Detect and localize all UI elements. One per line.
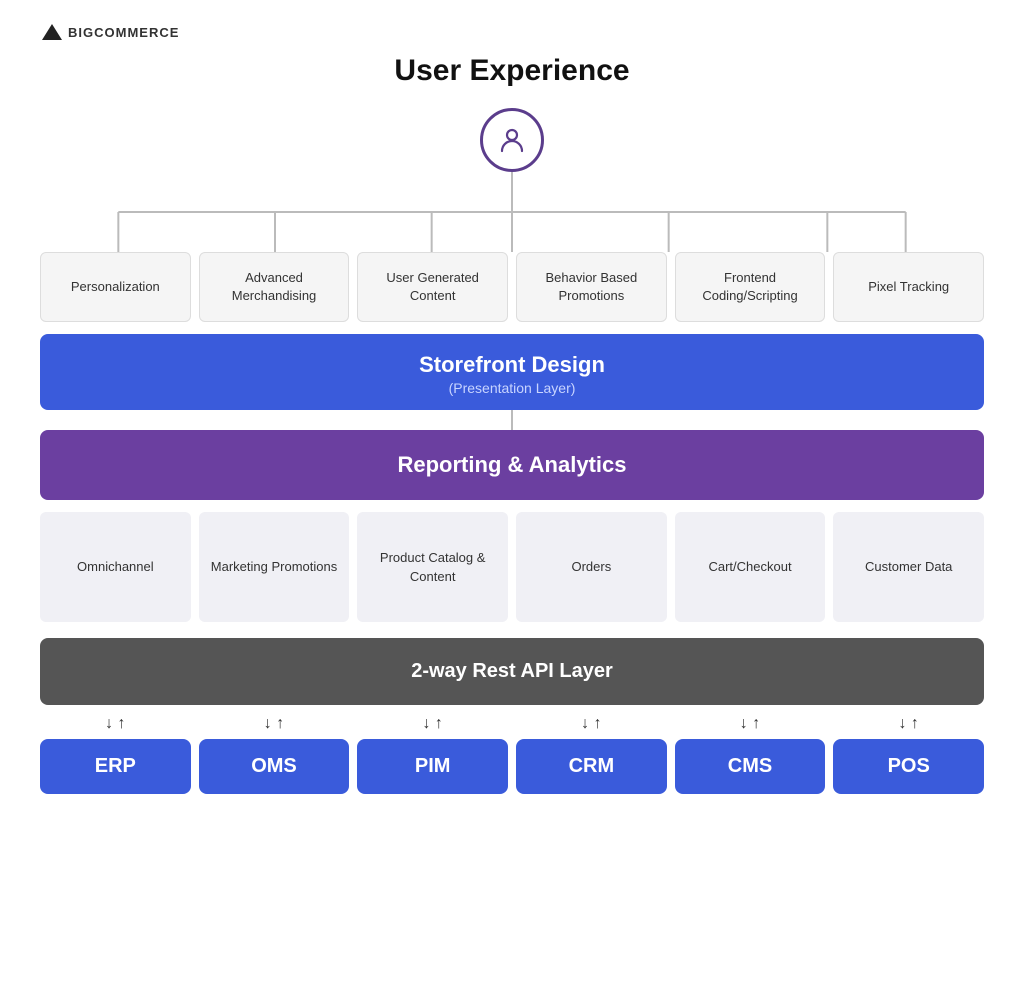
logo: BIGCOMMERCE [40,20,984,44]
ux-cards-row: Personalization Advanced Merchandising U… [40,252,984,322]
grid-card-marketing-promotions: Marketing Promotions [199,512,350,622]
grid-card-cart-checkout: Cart/Checkout [675,512,826,622]
connector-svg [40,172,984,252]
pos-arrows: ↓ ↑ [898,715,918,733]
systems-row: ↓ ↑ ERP ↓ ↑ OMS ↓ ↑ PIM ↓ ↑ CRM ↓ ↑ CMS … [40,715,984,794]
system-erp: ↓ ↑ ERP [40,715,191,794]
crm-arrows: ↓ ↑ [581,715,601,733]
grid-card-customer-data: Customer Data [833,512,984,622]
grid-cards-row: Omnichannel Marketing Promotions Product… [40,512,984,622]
storefront-bar: Storefront Design (Presentation Layer) [40,334,984,410]
erp-arrows: ↓ ↑ [105,715,125,733]
oms-button[interactable]: OMS [199,739,350,794]
person-icon [480,108,544,172]
system-oms: ↓ ↑ OMS [199,715,350,794]
ux-section: Personalization Advanced Merchandising U… [40,108,984,322]
erp-button[interactable]: ERP [40,739,191,794]
logo-text: BIGCOMMERCE [68,25,179,40]
ux-card-personalization: Personalization [40,252,191,322]
person-svg [496,124,528,156]
grid-card-omnichannel: Omnichannel [40,512,191,622]
ux-card-advanced-merchandising: Advanced Merchandising [199,252,350,322]
grid-card-orders: Orders [516,512,667,622]
ux-card-frontend-coding: Frontend Coding/Scripting [675,252,826,322]
bigcommerce-logo-icon [40,20,64,44]
reporting-bar: Reporting & Analytics [40,430,984,500]
api-layer-title: 2-way Rest API Layer [411,660,613,682]
tree-connectors [40,172,984,252]
api-layer-bar: 2-way Rest API Layer [40,638,984,705]
system-pos: ↓ ↑ POS [833,715,984,794]
system-crm: ↓ ↑ CRM [516,715,667,794]
ux-card-user-generated-content: User Generated Content [357,252,508,322]
pos-button[interactable]: POS [833,739,984,794]
reporting-title: Reporting & Analytics [60,452,964,478]
system-cms: ↓ ↑ CMS [675,715,826,794]
system-pim: ↓ ↑ PIM [357,715,508,794]
oms-arrows: ↓ ↑ [264,715,284,733]
storefront-to-reporting-connector [511,410,513,430]
cms-arrows: ↓ ↑ [740,715,760,733]
grid-card-product-catalog: Product Catalog & Content [357,512,508,622]
storefront-subtitle: (Presentation Layer) [60,380,964,396]
pim-arrows: ↓ ↑ [422,715,442,733]
cms-button[interactable]: CMS [675,739,826,794]
pim-button[interactable]: PIM [357,739,508,794]
ux-card-behavior-based-promotions: Behavior Based Promotions [516,252,667,322]
crm-button[interactable]: CRM [516,739,667,794]
storefront-title: Storefront Design [60,352,964,378]
page-title: User Experience [40,54,984,88]
ux-card-pixel-tracking: Pixel Tracking [833,252,984,322]
